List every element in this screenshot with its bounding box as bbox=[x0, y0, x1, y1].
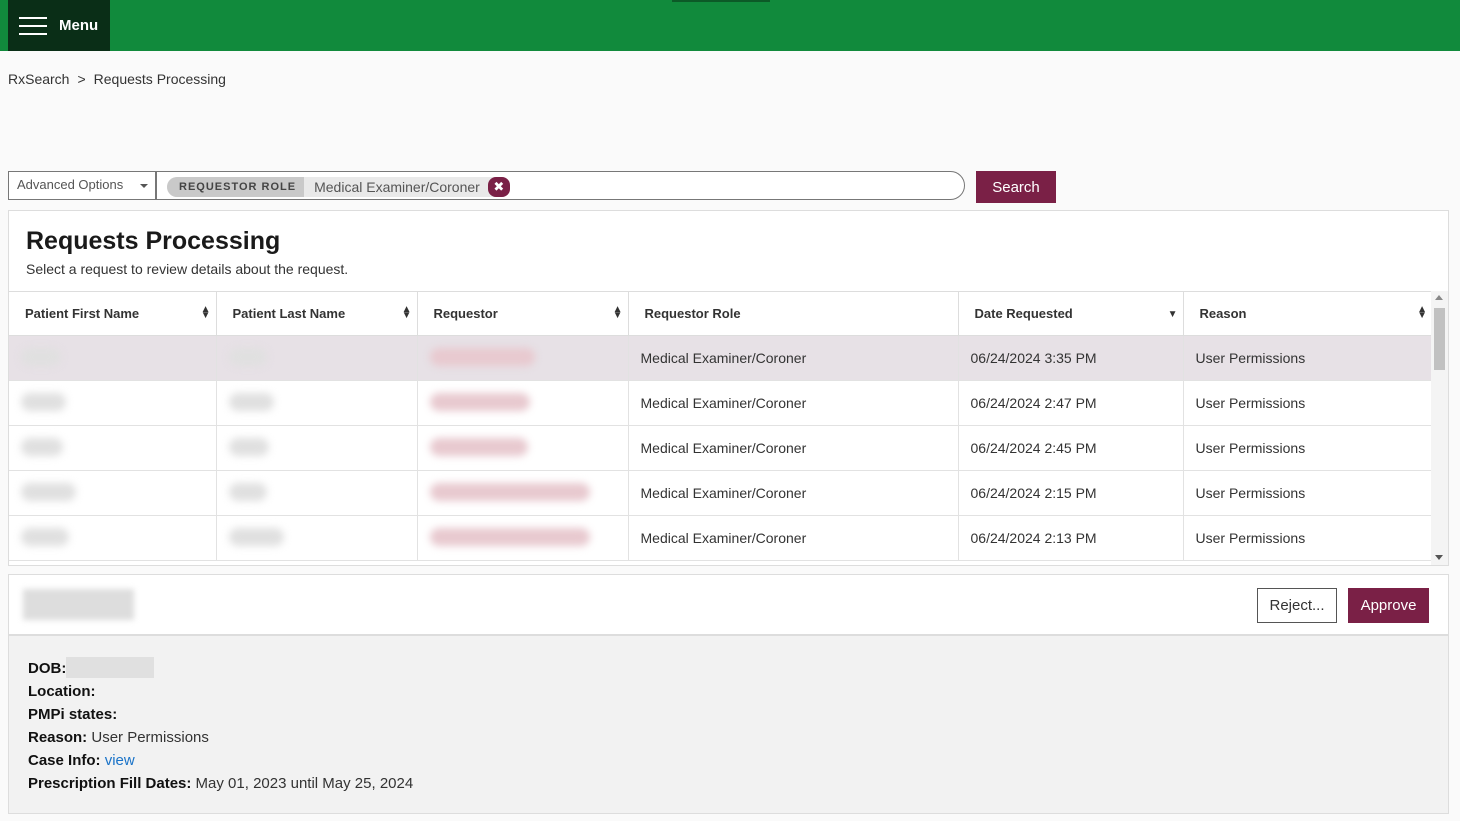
date-requested-cell: 06/24/2024 3:35 PM bbox=[958, 335, 1184, 381]
location-row: Location: bbox=[28, 683, 96, 700]
breadcrumb-rxsearch-link[interactable]: RxSearch bbox=[8, 71, 69, 87]
column-header-reason[interactable]: Reason ▲ ▼ bbox=[1183, 291, 1432, 336]
scroll-down-icon[interactable] bbox=[1435, 555, 1443, 560]
table-row[interactable]: Medical Examiner/Coroner 06/24/2024 2:47… bbox=[9, 380, 1432, 426]
redacted-first-name bbox=[9, 335, 217, 381]
redacted-last-name bbox=[216, 470, 418, 516]
requestor-role-cell: Medical Examiner/Coroner bbox=[628, 380, 959, 426]
table-row[interactable]: Medical Examiner/Coroner 06/24/2024 2:45… bbox=[9, 425, 1432, 471]
advanced-options-dropdown[interactable]: Advanced Options bbox=[8, 171, 156, 200]
top-bar: Menu bbox=[0, 0, 1460, 51]
hamburger-icon bbox=[19, 16, 47, 36]
request-detail-panel: Reject... Approve DOB: Location: PMPi st… bbox=[8, 574, 1449, 814]
search-button[interactable]: Search bbox=[976, 171, 1056, 203]
redacted-first-name bbox=[9, 380, 217, 426]
column-header-date-requested[interactable]: Date Requested ▼ bbox=[958, 291, 1184, 336]
redacted-last-name bbox=[216, 425, 418, 471]
requests-table: Patient First Name ▲ ▼ Patient Last Name ▲ ▼… bbox=[9, 291, 1432, 561]
detail-body: DOB: Location: PMPi states: Reason: User… bbox=[28, 657, 413, 795]
redacted-patient-name bbox=[23, 589, 134, 620]
redacted-requestor bbox=[417, 335, 629, 381]
reason-cell: User Permissions bbox=[1183, 515, 1432, 561]
search-input[interactable]: REQUESTOR ROLE Medical Examiner/Coroner … bbox=[156, 171, 965, 200]
case-info-row: Case Info: view bbox=[28, 752, 135, 769]
scroll-up-icon[interactable] bbox=[1435, 295, 1443, 300]
sort-icon: ▲ ▼ bbox=[1417, 304, 1427, 321]
sort-icon: ▲ ▼ bbox=[612, 304, 623, 321]
breadcrumb-current: Requests Processing bbox=[93, 71, 226, 87]
reason-cell: User Permissions bbox=[1183, 380, 1432, 426]
date-requested-cell: 06/24/2024 2:15 PM bbox=[958, 470, 1184, 516]
reason-cell: User Permissions bbox=[1183, 470, 1432, 516]
page-subtitle: Select a request to review details about… bbox=[26, 261, 349, 277]
breadcrumb-separator: > bbox=[77, 71, 86, 87]
remove-filter-icon[interactable]: ✖ bbox=[487, 177, 510, 197]
requestor-role-cell: Medical Examiner/Coroner bbox=[628, 335, 959, 381]
filter-chip-value: Medical Examiner/Coroner bbox=[314, 179, 480, 195]
requestor-role-cell: Medical Examiner/Coroner bbox=[628, 515, 959, 561]
filter-chip-key: REQUESTOR ROLE bbox=[167, 177, 305, 197]
requests-panel: Requests Processing Select a request to … bbox=[8, 210, 1449, 566]
requestor-role-cell: Medical Examiner/Coroner bbox=[628, 470, 959, 516]
column-header-requestor-role[interactable]: Requestor Role bbox=[628, 291, 959, 336]
menu-button[interactable]: Menu bbox=[8, 0, 110, 51]
column-header-last-name[interactable]: Patient Last Name ▲ ▼ bbox=[216, 291, 418, 336]
advanced-options-label: Advanced Options bbox=[17, 177, 124, 192]
date-requested-cell: 06/24/2024 2:47 PM bbox=[958, 380, 1184, 426]
approve-button[interactable]: Approve bbox=[1348, 588, 1429, 623]
date-requested-cell: 06/24/2024 2:13 PM bbox=[958, 515, 1184, 561]
redacted-requestor bbox=[417, 425, 629, 471]
sort-desc-icon: ▼ bbox=[1167, 309, 1178, 320]
case-info-view-link[interactable]: view bbox=[105, 752, 135, 769]
table-scrollbar[interactable] bbox=[1431, 291, 1448, 565]
table-row[interactable]: Medical Examiner/Coroner 06/24/2024 2:13… bbox=[9, 515, 1432, 561]
sort-icon: ▲ ▼ bbox=[401, 304, 412, 321]
sort-icon: ▲ ▼ bbox=[200, 304, 211, 321]
caret-down-icon bbox=[140, 184, 148, 188]
redacted-first-name bbox=[9, 425, 217, 471]
redacted-requestor bbox=[417, 380, 629, 426]
redacted-requestor bbox=[417, 515, 629, 561]
table-row[interactable]: Medical Examiner/Coroner 06/24/2024 2:15… bbox=[9, 470, 1432, 516]
redacted-last-name bbox=[216, 515, 418, 561]
pmpi-states-row: PMPi states: bbox=[28, 706, 118, 723]
reason-cell: User Permissions bbox=[1183, 335, 1432, 381]
column-header-first-name[interactable]: Patient First Name ▲ ▼ bbox=[9, 291, 217, 336]
dob-row: DOB: bbox=[28, 657, 413, 680]
scrollbar-thumb[interactable] bbox=[1434, 308, 1445, 370]
table-row[interactable]: Medical Examiner/Coroner 06/24/2024 3:35… bbox=[9, 335, 1432, 381]
header-logo-mark bbox=[672, 0, 770, 2]
column-header-requestor[interactable]: Requestor ▲ ▼ bbox=[417, 291, 629, 336]
breadcrumb: RxSearch > Requests Processing bbox=[8, 71, 226, 87]
date-requested-cell: 06/24/2024 2:45 PM bbox=[958, 425, 1184, 471]
page-title: Requests Processing bbox=[26, 227, 281, 255]
fill-dates-row: Prescription Fill Dates: May 01, 2023 un… bbox=[28, 775, 414, 792]
redacted-requestor bbox=[417, 470, 629, 516]
filter-chip: REQUESTOR ROLE Medical Examiner/Coroner … bbox=[167, 177, 510, 197]
redacted-first-name bbox=[9, 470, 217, 516]
detail-header: Reject... Approve bbox=[9, 575, 1448, 636]
menu-label: Menu bbox=[59, 17, 99, 34]
reject-button[interactable]: Reject... bbox=[1257, 588, 1337, 623]
reason-row: Reason: User Permissions bbox=[28, 729, 209, 746]
redacted-last-name bbox=[216, 335, 418, 381]
redacted-dob bbox=[66, 657, 155, 679]
redacted-last-name bbox=[216, 380, 418, 426]
redacted-first-name bbox=[9, 515, 217, 561]
requestor-role-cell: Medical Examiner/Coroner bbox=[628, 425, 959, 471]
reason-cell: User Permissions bbox=[1183, 425, 1432, 471]
